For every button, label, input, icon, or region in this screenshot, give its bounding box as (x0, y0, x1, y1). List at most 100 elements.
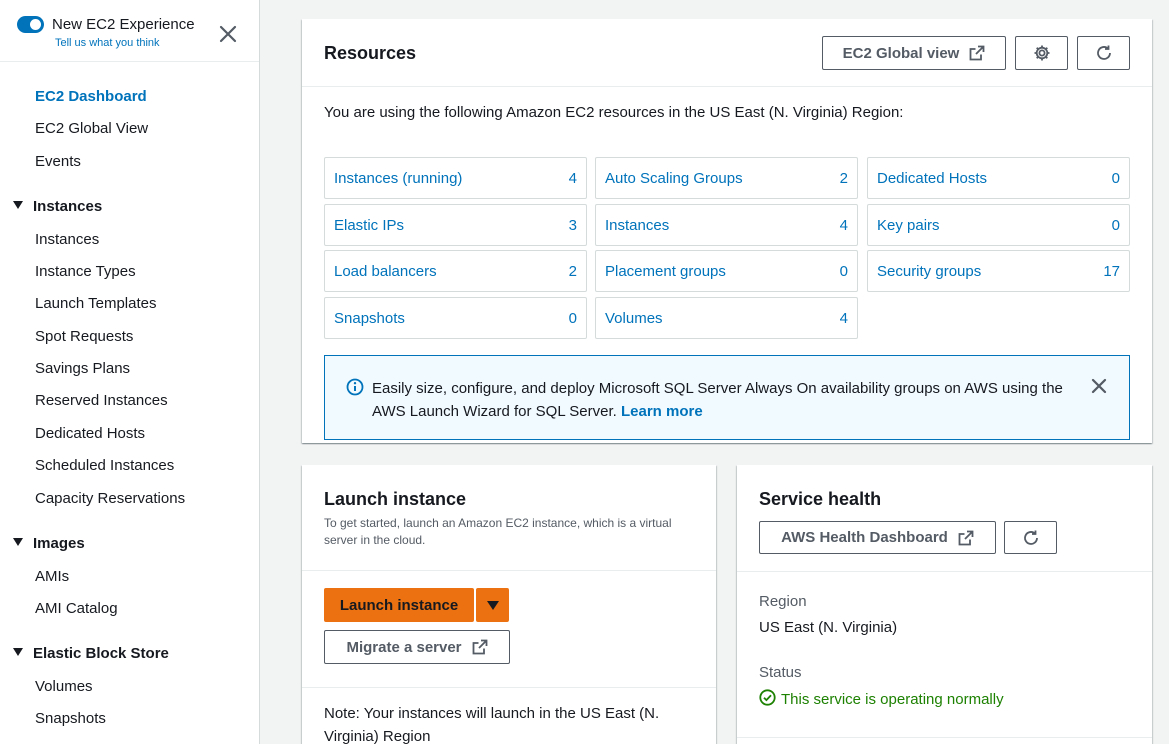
region-value: US East (N. Virginia) (759, 619, 898, 636)
sidebar-item-ec2-dashboard[interactable]: EC2 Dashboard (35, 88, 147, 105)
sidebar-item-reserved-instances[interactable]: Reserved Instances (35, 392, 168, 409)
sidebar-item-spot-requests[interactable]: Spot Requests (35, 328, 133, 345)
resource-count[interactable]: 4 (569, 170, 577, 187)
sidebar-nav: New EC2 Experience Tell us what you thin… (0, 0, 260, 744)
launch-button-group: Launch instance (324, 588, 509, 622)
aws-health-dashboard-button[interactable]: AWS Health Dashboard (759, 521, 996, 554)
sidebar-item-ami-catalog[interactable]: AMI Catalog (35, 600, 118, 617)
resource-count[interactable]: 0 (840, 263, 848, 280)
resource-count[interactable]: 0 (1112, 170, 1120, 187)
new-experience-title: New EC2 Experience (52, 16, 195, 33)
resource-name[interactable]: Placement groups (605, 263, 726, 280)
sidebar-item-snapshots[interactable]: Snapshots (35, 710, 106, 727)
resource-count[interactable]: 0 (1112, 217, 1120, 234)
resource-name[interactable]: Auto Scaling Groups (605, 170, 743, 187)
sidebar-item-scheduled-instances[interactable]: Scheduled Instances (35, 457, 174, 474)
section-label: Elastic Block Store (33, 645, 169, 662)
sidebar-item-events[interactable]: Events (35, 153, 81, 170)
resource-count[interactable]: 2 (840, 170, 848, 187)
close-icon[interactable] (1089, 376, 1109, 401)
learn-more-link[interactable]: Learn more (621, 403, 703, 420)
external-link-icon (958, 530, 974, 546)
launch-instance-panel: Launch instance To get started, launch a… (302, 465, 716, 744)
resource-name[interactable]: Instances (running) (334, 170, 462, 187)
resource-elastic-ips[interactable]: Elastic IPs 3 (324, 204, 587, 246)
resource-count[interactable]: 2 (569, 263, 577, 280)
section-label: Instances (33, 198, 103, 215)
resource-count[interactable]: 17 (1103, 263, 1120, 280)
button-label: AWS Health Dashboard (781, 529, 948, 546)
info-alert-text: Easily size, configure, and deploy Micro… (372, 377, 1072, 423)
sidebar-item-launch-templates[interactable]: Launch Templates (35, 295, 156, 312)
check-circle-icon (759, 689, 776, 710)
resource-count[interactable]: 4 (840, 217, 848, 234)
info-icon (346, 378, 364, 401)
service-health-header: Service health AWS Health Dashboard (737, 465, 1152, 572)
resources-title: Resources (324, 43, 417, 63)
new-experience-toggle[interactable] (17, 16, 44, 33)
resource-name[interactable]: Elastic IPs (334, 217, 404, 234)
refresh-icon (1095, 44, 1113, 62)
sidebar-item-dedicated-hosts[interactable]: Dedicated Hosts (35, 425, 145, 442)
button-label: Migrate a server (346, 638, 462, 656)
gear-icon (1033, 44, 1051, 62)
service-health-panel: Service health AWS Health Dashboard Regi… (737, 465, 1152, 744)
external-link-icon (969, 45, 985, 61)
sidebar-item-capacity-reservations[interactable]: Capacity Reservations (35, 490, 185, 507)
resource-security-groups[interactable]: Security groups 17 (867, 250, 1130, 292)
migrate-server-button[interactable]: Migrate a server (324, 630, 510, 664)
sidebar-section-images[interactable]: Images (13, 535, 85, 552)
resource-key-pairs[interactable]: Key pairs 0 (867, 204, 1130, 246)
sidebar-item-volumes[interactable]: Volumes (35, 678, 93, 695)
sidebar-section-instances[interactable]: Instances (13, 198, 102, 215)
resources-header: Resources EC2 Global view (302, 19, 1152, 87)
region-label: Region (759, 593, 807, 610)
refresh-resources-button[interactable] (1077, 36, 1130, 70)
resource-name[interactable]: Snapshots (334, 310, 405, 327)
resource-name[interactable]: Instances (605, 217, 669, 234)
close-icon[interactable] (216, 22, 240, 46)
launch-instance-button[interactable]: Launch instance (324, 588, 474, 622)
sidebar-section-elastic-block-store[interactable]: Elastic Block Store (13, 645, 169, 662)
ec2-global-view-button[interactable]: EC2 Global view (822, 36, 1006, 70)
resource-count[interactable]: 0 (569, 310, 577, 327)
sidebar-item-instances[interactable]: Instances (35, 231, 99, 248)
caret-down-icon (13, 648, 23, 656)
resource-auto-scaling-groups[interactable]: Auto Scaling Groups 2 (595, 157, 858, 199)
refresh-health-button[interactable] (1004, 521, 1057, 554)
button-label: EC2 Global view (842, 44, 960, 62)
resources-intro: You are using the following Amazon EC2 r… (324, 104, 904, 121)
resource-instances-running[interactable]: Instances (running) 4 (324, 157, 587, 199)
launch-instance-header: Launch instance To get started, launch a… (302, 465, 716, 571)
sql-server-info-alert: Easily size, configure, and deploy Micro… (324, 355, 1130, 440)
feedback-link[interactable]: Tell us what you think (55, 37, 160, 49)
status-text: This service is operating normally (781, 691, 1004, 708)
resource-name[interactable]: Load balancers (334, 263, 437, 280)
launch-options-dropdown[interactable] (476, 588, 509, 622)
refresh-icon (1022, 529, 1040, 547)
caret-down-icon (13, 538, 23, 546)
resource-load-balancers[interactable]: Load balancers 2 (324, 250, 587, 292)
service-health-title: Service health (759, 489, 882, 509)
resource-name[interactable]: Volumes (605, 310, 663, 327)
resource-name[interactable]: Security groups (877, 263, 981, 280)
resource-instances[interactable]: Instances 4 (595, 204, 858, 246)
resource-name[interactable]: Dedicated Hosts (877, 170, 987, 187)
external-link-icon (472, 639, 488, 655)
launch-region-note: Note: Your instances will launch in the … (324, 705, 660, 744)
resource-dedicated-hosts[interactable]: Dedicated Hosts 0 (867, 157, 1130, 199)
resource-snapshots[interactable]: Snapshots 0 (324, 297, 587, 339)
launch-instance-description: To get started, launch an Amazon EC2 ins… (324, 516, 672, 547)
sidebar-item-amis[interactable]: AMIs (35, 568, 69, 585)
new-experience-header: New EC2 Experience Tell us what you thin… (0, 0, 259, 62)
caret-down-icon (486, 600, 499, 610)
sidebar-item-ec2-global-view[interactable]: EC2 Global View (35, 120, 148, 137)
settings-button[interactable] (1015, 36, 1068, 70)
resource-volumes[interactable]: Volumes 4 (595, 297, 858, 339)
resource-count[interactable]: 4 (840, 310, 848, 327)
sidebar-item-savings-plans[interactable]: Savings Plans (35, 360, 130, 377)
resource-name[interactable]: Key pairs (877, 217, 940, 234)
resource-count[interactable]: 3 (569, 217, 577, 234)
resource-placement-groups[interactable]: Placement groups 0 (595, 250, 858, 292)
sidebar-item-instance-types[interactable]: Instance Types (35, 263, 136, 280)
